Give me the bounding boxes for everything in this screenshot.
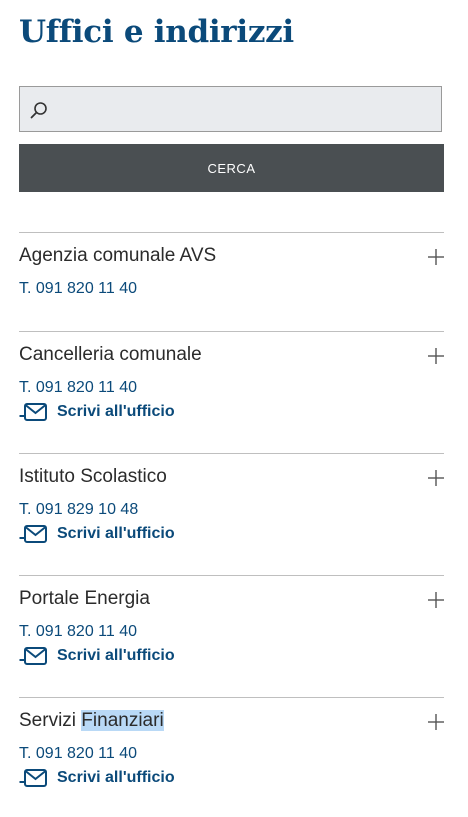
write-to-office-label: Scrivi all'ufficio	[57, 647, 175, 664]
mail-icon	[19, 403, 47, 421]
office-name[interactable]: Istituto Scolastico	[19, 466, 167, 488]
mail-icon	[19, 525, 47, 543]
mail-icon	[19, 769, 47, 787]
office-name[interactable]: Portale Energia	[19, 588, 150, 610]
office-item: Servizi Finanziari T. 091 820 11 40 Scri…	[19, 697, 444, 808]
office-phone[interactable]: T. 091 820 11 40	[19, 623, 137, 641]
office-name[interactable]: Cancelleria comunale	[19, 344, 202, 366]
office-item: Istituto Scolastico T. 091 829 10 48 Scr…	[19, 453, 444, 575]
write-to-office-label: Scrivi all'ufficio	[57, 403, 175, 420]
page: Uffici e indirizzi CERCA Agenzia comunal…	[0, 0, 468, 817]
search-box	[19, 86, 442, 133]
plus-icon[interactable]	[428, 714, 444, 730]
search-input[interactable]	[60, 87, 434, 133]
plus-icon[interactable]	[428, 348, 444, 364]
office-phone[interactable]: T. 091 820 11 40	[19, 745, 137, 763]
office-phone[interactable]: T. 091 829 10 48	[19, 501, 138, 519]
office-name[interactable]: Agenzia comunale AVS	[19, 245, 216, 267]
write-to-office-link[interactable]: Scrivi all'ufficio	[19, 768, 175, 788]
write-to-office-link[interactable]: Scrivi all'ufficio	[19, 524, 175, 544]
write-to-office-link[interactable]: Scrivi all'ufficio	[19, 402, 175, 422]
write-to-office-link[interactable]: Scrivi all'ufficio	[19, 646, 175, 666]
office-item: Agenzia comunale AVS T. 091 820 11 40	[19, 232, 444, 331]
plus-icon[interactable]	[428, 249, 444, 265]
search-icon	[30, 102, 47, 119]
office-item: Portale Energia T. 091 820 11 40 Scrivi …	[19, 575, 444, 697]
mail-icon	[19, 647, 47, 665]
office-phone[interactable]: T. 091 820 11 40	[19, 280, 137, 298]
office-phone[interactable]: T. 091 820 11 40	[19, 379, 137, 397]
plus-icon[interactable]	[428, 592, 444, 608]
plus-icon[interactable]	[428, 470, 444, 486]
office-item: Cancelleria comunale T. 091 820 11 40 Sc…	[19, 331, 444, 453]
page-title: Uffici e indirizzi	[19, 14, 294, 50]
write-to-office-label: Scrivi all'ufficio	[57, 769, 175, 786]
office-name-plain: Servizi	[19, 710, 77, 731]
office-name[interactable]: Servizi Finanziari	[19, 710, 164, 732]
write-to-office-label: Scrivi all'ufficio	[57, 525, 175, 542]
search-button[interactable]: CERCA	[19, 144, 444, 192]
office-name-selected-text: Finanziari	[81, 710, 164, 731]
